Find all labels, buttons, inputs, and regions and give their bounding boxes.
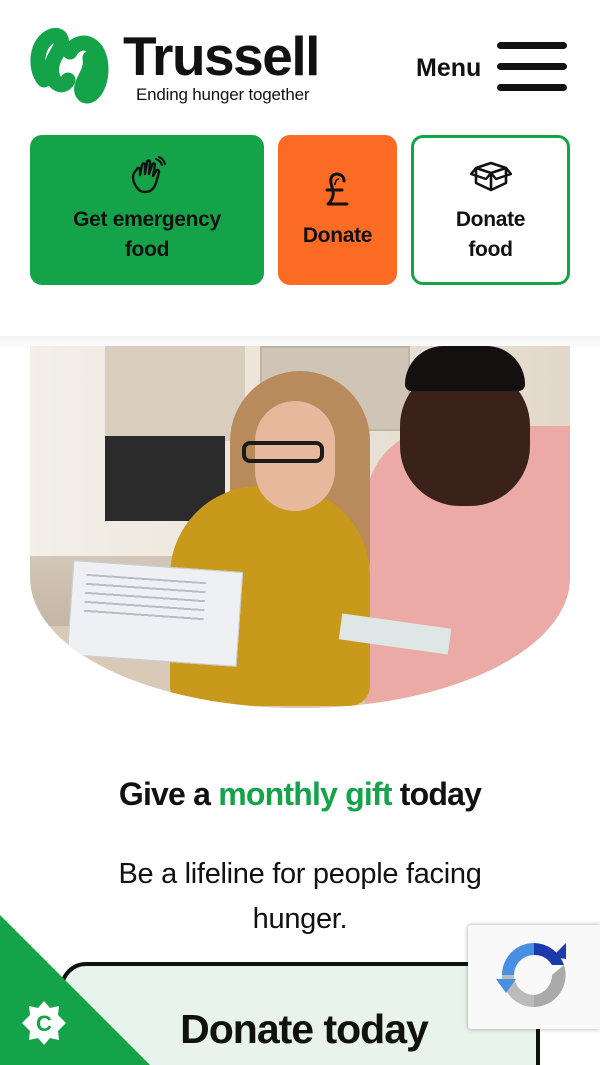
hero-headline: Give a monthly gift today: [0, 776, 600, 813]
cookie-settings-button[interactable]: C: [0, 915, 150, 1065]
trussell-logo-mark-icon: [30, 28, 109, 104]
hero-subtext: Be a lifeline for people facing hunger.: [118, 858, 482, 935]
brand-tagline: Ending hunger together: [136, 85, 310, 104]
donate-tile-button[interactable]: Donate: [278, 135, 397, 285]
menu-button[interactable]: Menu: [416, 42, 576, 94]
hamburger-icon: [497, 42, 568, 94]
pound-sign-icon: [325, 172, 348, 206]
get-emergency-food-button[interactable]: Get emergency food: [30, 135, 264, 285]
headline-before: Give a: [118, 776, 219, 812]
site-header: Trussell Ending hunger together Menu: [0, 0, 600, 120]
brand-name: Trussell: [123, 25, 320, 87]
cookie-corner-icon: C: [0, 915, 150, 1065]
recaptcha-badge[interactable]: [468, 925, 600, 1029]
cookie-letter: C: [36, 1011, 52, 1036]
tile-label-line1: Donate: [455, 208, 526, 231]
tile-label-line1: Get emergency: [73, 208, 221, 231]
recaptcha-icon: [496, 943, 566, 1007]
tile-label-line2: food: [124, 238, 170, 261]
menu-label: Menu: [416, 53, 482, 82]
tile-label-line2: food: [468, 238, 513, 261]
open-box-icon: [469, 161, 512, 192]
quick-action-tiles: Get emergency food Donate Donate food: [30, 135, 570, 285]
headline-highlight: monthly gift: [218, 776, 392, 812]
trussell-logo[interactable]: Trussell Ending hunger together: [30, 25, 320, 108]
hero-photo: [30, 346, 570, 708]
donate-food-button[interactable]: Donate food: [411, 135, 570, 285]
waving-hand-icon: [131, 156, 166, 194]
tile-label: Donate: [302, 224, 373, 247]
headline-after: today: [391, 776, 482, 812]
